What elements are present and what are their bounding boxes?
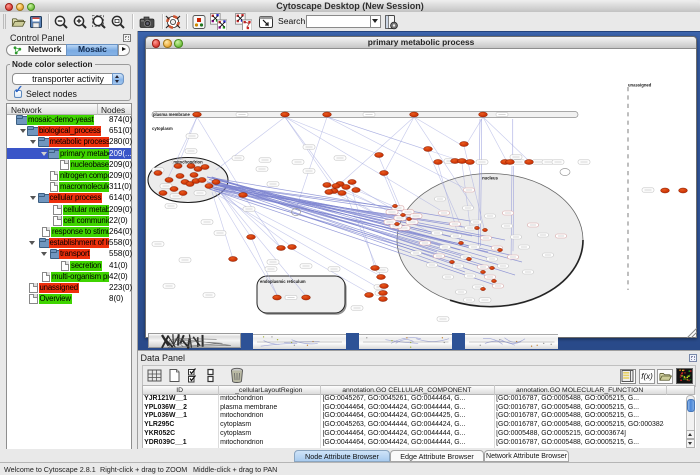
svg-text:mitochondrion: mitochondrion — [173, 160, 203, 165]
svg-text:nucleus: nucleus — [482, 176, 498, 181]
svg-text:plasma membrane: plasma membrane — [153, 112, 190, 117]
svg-text:endoplasmic reticulum: endoplasmic reticulum — [260, 279, 306, 284]
svg-text:cytoplasm: cytoplasm — [152, 126, 173, 131]
svg-text:unassigned: unassigned — [628, 83, 652, 88]
